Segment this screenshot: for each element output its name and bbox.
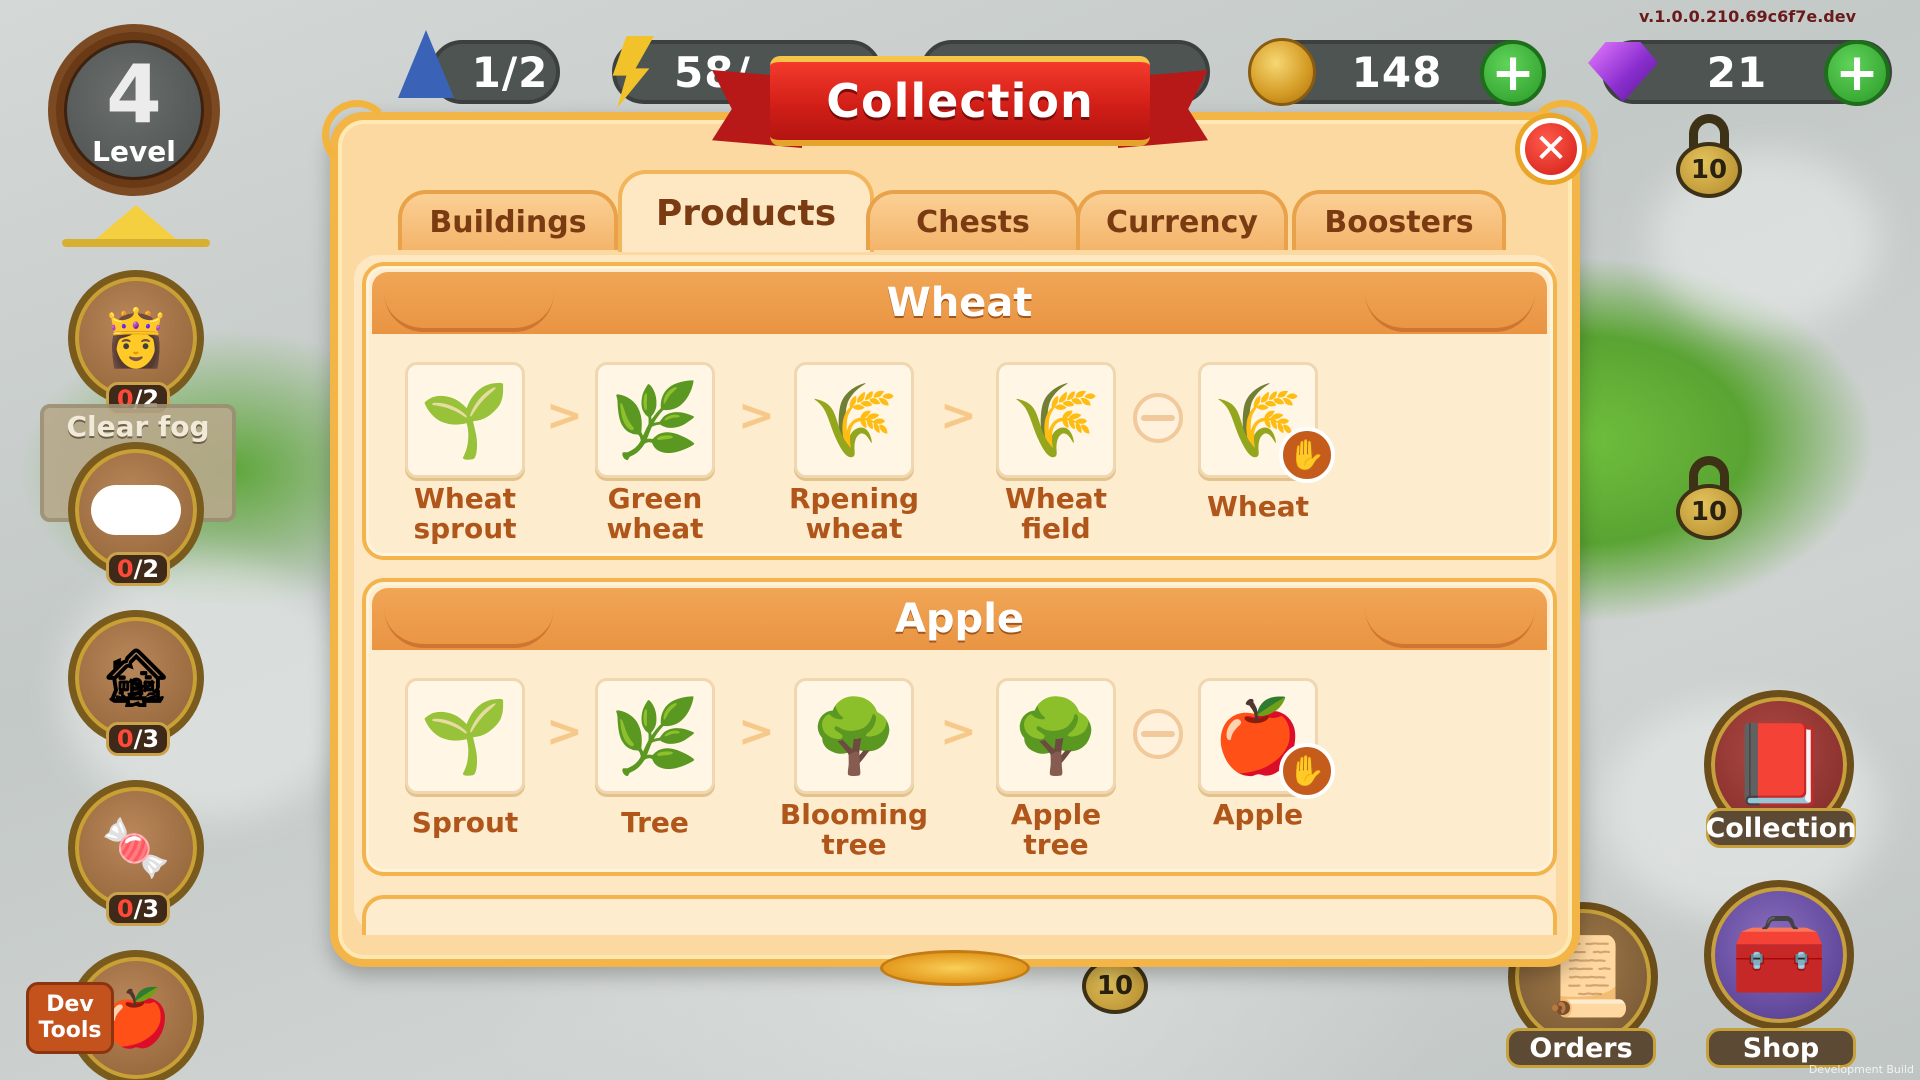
collection-item[interactable]: 🌱 Sprout xyxy=(405,678,525,838)
gems-value: 21 xyxy=(1706,47,1768,97)
tab-buildings[interactable]: Buildings xyxy=(398,190,618,250)
coin-icon xyxy=(1248,38,1316,106)
quest-count-total: /3 xyxy=(133,725,160,753)
collection-item[interactable]: 🌳 Apple tree xyxy=(996,678,1116,860)
swirl-ornament xyxy=(1365,602,1535,648)
stage-arrow-icon: > xyxy=(940,706,977,757)
item-label: Sprout xyxy=(411,806,519,839)
collection-item[interactable]: 🌾 Wheat field xyxy=(996,362,1116,544)
apple-tree-icon: 🌳 xyxy=(996,678,1116,794)
sprout-icon: 🌱 xyxy=(405,678,525,794)
lock-icon: 10 xyxy=(1676,484,1742,540)
stage-arrow-icon: > xyxy=(940,390,977,441)
swirl-ornament xyxy=(384,602,554,648)
level-progress-bar xyxy=(62,239,210,247)
book-icon: 📕 xyxy=(1730,719,1828,810)
level-up-arrow-icon xyxy=(96,205,176,239)
item-label: Tree xyxy=(621,806,689,839)
shop-button[interactable]: 🧰 xyxy=(1704,880,1854,1030)
level-number: 4 xyxy=(106,48,162,141)
section-header: Wheat xyxy=(372,272,1547,334)
section-header: Apple xyxy=(372,588,1547,650)
coins-value: 148 xyxy=(1351,47,1443,97)
orders-button-label[interactable]: Orders xyxy=(1506,1028,1656,1068)
collection-item[interactable]: 🌳 Blooming tree xyxy=(780,678,928,860)
add-coins-button[interactable]: + xyxy=(1480,40,1546,106)
dev-tools-label-line2: Tools xyxy=(38,1018,102,1043)
treasure-chest-icon: 🧰 xyxy=(1730,909,1828,1000)
stone-building-icon: 🏚 xyxy=(100,646,172,711)
collection-button-label[interactable]: Collection xyxy=(1705,808,1857,848)
collection-item[interactable]: 🍎 ✋ Apple xyxy=(1198,678,1335,830)
locked-area[interactable]: 10 xyxy=(1676,456,1742,540)
hand-icon: ✋ xyxy=(1279,743,1335,799)
wizard-counter-value: 1/2 xyxy=(471,47,549,97)
item-label: Green wheat xyxy=(606,482,704,545)
wheat-sheaf-icon: 🌾 ✋ xyxy=(1198,362,1335,483)
blooming-tree-icon: 🌳 xyxy=(794,678,914,794)
candy-icon: 🍬 xyxy=(101,816,171,881)
collection-item[interactable]: 🌾 Rpening wheat xyxy=(789,362,919,544)
development-build-label: Development Build xyxy=(1808,1063,1914,1076)
wheat-field-icon: 🌾 xyxy=(996,362,1116,478)
basket-icon xyxy=(1133,393,1183,443)
ripening-wheat-icon: 🌾 xyxy=(794,362,914,478)
add-gems-button[interactable]: + xyxy=(1824,40,1890,106)
quest-fog-count: 0/2 xyxy=(106,552,170,586)
collection-item[interactable]: 🌱 Wheat sprout xyxy=(405,362,525,544)
item-label: Apple xyxy=(1212,798,1304,831)
tab-currency[interactable]: Currency xyxy=(1076,190,1288,250)
dev-tools-label-line1: Dev xyxy=(46,992,94,1017)
item-label: Wheat field xyxy=(1004,482,1108,545)
stage-arrow-icon: > xyxy=(738,390,775,441)
stage-arrow-icon: > xyxy=(738,706,775,757)
swirl-ornament xyxy=(384,286,554,332)
corner-ornament xyxy=(322,100,392,170)
level-badge[interactable]: 4 Level xyxy=(48,24,220,196)
locked-area[interactable]: 10 xyxy=(1676,114,1742,198)
basket-icon xyxy=(1133,709,1183,759)
quest-count-total: /2 xyxy=(133,555,160,583)
quest-candy-count: 0/3 xyxy=(106,892,170,926)
version-label: v.1.0.0.210.69c6f7e.dev xyxy=(1639,7,1856,26)
collection-section-next xyxy=(362,895,1557,935)
item-label: Wheat sprout xyxy=(413,482,517,545)
tree-icon: 🌿 xyxy=(595,678,715,794)
collection-item[interactable]: 🌿 Tree xyxy=(595,678,715,838)
shop-button-label[interactable]: Shop xyxy=(1706,1028,1856,1068)
close-button[interactable]: ✕ xyxy=(1520,118,1582,180)
section-title: Apple xyxy=(894,596,1025,642)
tab-boosters[interactable]: Boosters xyxy=(1292,190,1506,250)
quest-count-current: 0 xyxy=(116,895,134,923)
item-label: Wheat xyxy=(1206,490,1310,523)
quest-count-total: /3 xyxy=(133,895,160,923)
hand-icon: ✋ xyxy=(1279,427,1335,483)
fog-cloud-icon xyxy=(91,485,181,535)
bottom-ornament xyxy=(880,950,1030,986)
wheat-sprout-icon: 🌱 xyxy=(405,362,525,478)
item-label: Blooming tree xyxy=(779,798,929,861)
section-title: Wheat xyxy=(886,280,1033,326)
quest-count-current: 0 xyxy=(116,555,134,583)
item-label: Apple tree xyxy=(1010,798,1102,861)
dev-tools-button[interactable]: Dev Tools xyxy=(26,982,114,1054)
quest-building-count: 0/3 xyxy=(106,722,170,756)
level-badge-inner: 4 Level xyxy=(64,40,204,180)
lock-icon: 10 xyxy=(1676,142,1742,198)
item-label: Rpening wheat xyxy=(788,482,920,545)
princess-icon: 👸 xyxy=(101,306,171,371)
apple-icon: 🍎 ✋ xyxy=(1198,678,1335,799)
tab-chests[interactable]: Chests xyxy=(866,190,1080,250)
quest-count-current: 0 xyxy=(116,725,134,753)
green-wheat-icon: 🌿 xyxy=(595,362,715,478)
level-label: Level xyxy=(92,135,176,168)
swirl-ornament xyxy=(1365,286,1535,332)
stage-arrow-icon: > xyxy=(546,390,583,441)
collection-item[interactable]: 🌿 Green wheat xyxy=(595,362,715,544)
collection-item[interactable]: 🌾 ✋ Wheat xyxy=(1198,362,1335,522)
modal-title: Collection xyxy=(770,56,1150,146)
clear-fog-label: Clear fog xyxy=(66,410,210,443)
stage-arrow-icon: > xyxy=(546,706,583,757)
tab-products[interactable]: Products xyxy=(618,170,874,252)
